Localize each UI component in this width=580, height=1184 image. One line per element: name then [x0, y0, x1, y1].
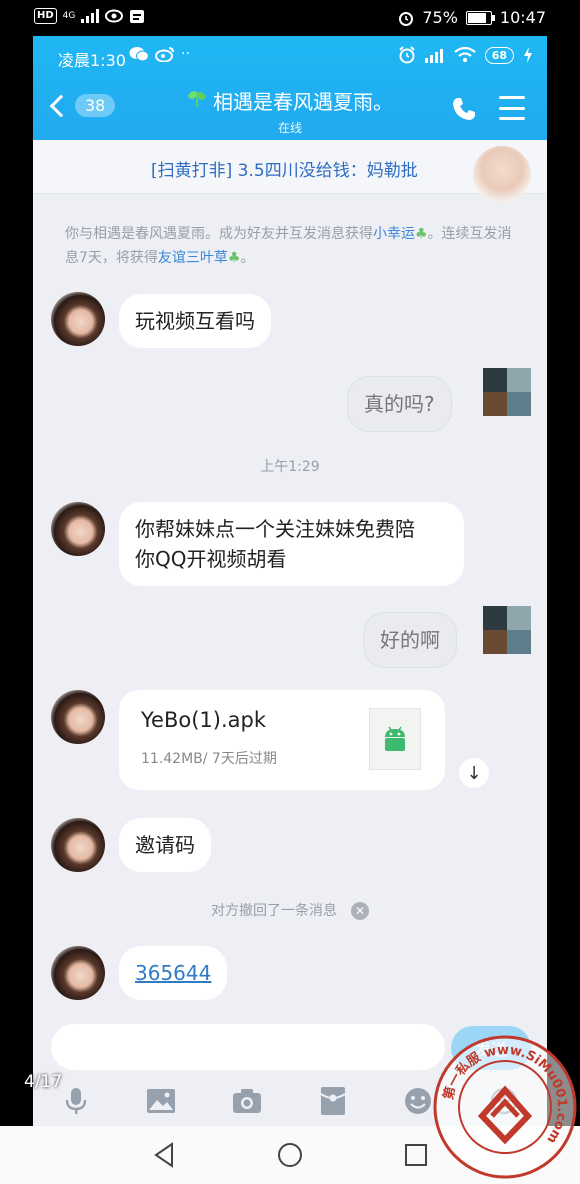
menu-button[interactable] — [499, 96, 525, 120]
app-status-bar: 凌晨1:30 ·· 68 — [33, 36, 547, 76]
avatar[interactable] — [51, 690, 105, 744]
pinned-banner[interactable]: [扫黄打非] 3.5四川没给钱：妈勒批 — [33, 140, 547, 204]
paste-icon — [130, 10, 145, 23]
message-bubble[interactable]: 365644 — [119, 946, 228, 1000]
message-text: 玩视频互看吗 — [135, 309, 255, 333]
image-icon — [147, 1089, 176, 1113]
contact-name: 相遇是春风遇夏雨。 — [213, 90, 393, 114]
avatar[interactable] — [51, 292, 105, 346]
message-bubble[interactable]: 好的啊 — [363, 612, 457, 668]
message-text: 邀请码 — [135, 833, 195, 857]
call-button[interactable] — [451, 96, 477, 122]
red-packet-button[interactable] — [316, 1084, 350, 1118]
charging-icon — [524, 47, 532, 63]
hd-icon: HD — [34, 8, 57, 24]
tip-text: 。 — [240, 250, 255, 266]
home-circle-icon — [278, 1143, 302, 1167]
wifi-icon — [454, 47, 476, 63]
lucky-link[interactable]: 小幸运 — [373, 226, 415, 242]
battery-icon: 68 — [484, 46, 514, 64]
clock-time: 10:47 — [499, 8, 546, 27]
banner-avatar — [473, 146, 531, 204]
message-bubble[interactable]: 玩视频互看吗 — [119, 294, 271, 348]
code-link[interactable]: 365644 — [135, 961, 211, 985]
page-counter: 4/17 — [24, 1072, 63, 1092]
tip-text: 你与相遇是春风遇夏雨。成为好友并互发消息获得 — [65, 226, 373, 242]
weibo-icon — [155, 47, 174, 62]
avatar[interactable] — [483, 368, 531, 416]
network-label: 4G — [62, 11, 76, 21]
image-button[interactable] — [144, 1084, 178, 1118]
emoji-button[interactable] — [401, 1084, 435, 1118]
lucky-sprout-icon — [187, 89, 207, 112]
camera-icon — [233, 1089, 262, 1113]
chat-title-area[interactable]: 相遇是春风遇夏雨。 在线 — [133, 86, 447, 136]
emoji-icon — [405, 1088, 432, 1114]
file-meta: 11.42MB/ 7天后过期 — [141, 751, 277, 767]
timestamp: 上午1:29 — [260, 459, 320, 475]
nav-back-button[interactable] — [149, 1140, 179, 1170]
chat-header: 凌晨1:30 ·· 68 38 相遇是春风遇夏雨。 在线 — [33, 36, 547, 140]
android-apk-icon — [369, 708, 421, 770]
friendship-tip: 你与相遇是春风遇夏雨。成为好友并互发消息获得小幸运♣。连续互发消息7天，将获得友… — [65, 222, 525, 270]
eye-icon — [105, 9, 124, 23]
message-input[interactable] — [51, 1024, 445, 1070]
watermark-seal: 第一私服 www.SiMu001.com — [433, 1035, 577, 1179]
clover-link[interactable]: 友谊三叶草 — [158, 250, 228, 266]
message-bubble[interactable]: 邀请码 — [119, 818, 211, 872]
signal-icon — [81, 9, 100, 23]
file-message[interactable]: YeBo(1).apk 11.42MB/ 7天后过期 — [119, 690, 445, 790]
wechat-icon — [129, 47, 149, 62]
online-status: 在线 — [277, 121, 302, 135]
device-status-bar: HD 4G 75% 10:47 — [0, 0, 580, 36]
banner-text: [扫黄打非] 3.5四川没给钱：妈勒批 — [151, 161, 418, 181]
camera-button[interactable] — [230, 1084, 264, 1118]
status-time: 凌晨1:30 — [58, 51, 126, 70]
chevron-left-icon — [49, 94, 73, 117]
recall-notice: 对方撤回了一条消息 ✕ — [33, 900, 547, 920]
menu-icon — [499, 96, 525, 99]
nav-recents-button[interactable] — [401, 1140, 431, 1170]
close-icon[interactable]: ✕ — [351, 902, 369, 920]
recall-text: 对方撤回了一条消息 — [211, 903, 337, 919]
phone-icon — [453, 98, 475, 120]
avatar[interactable] — [51, 502, 105, 556]
arrow-down-icon: ↓ — [466, 762, 482, 784]
alarm-icon — [399, 11, 414, 26]
recents-square-icon — [405, 1144, 427, 1166]
message-text: 你帮妹妹点一个关注妹妹免费陪 — [135, 517, 415, 541]
back-button[interactable]: 38 — [49, 94, 116, 117]
unread-count-badge: 38 — [75, 94, 116, 117]
message-text: 真的吗? — [364, 392, 435, 416]
download-button[interactable]: ↓ — [459, 758, 489, 788]
battery-percent: 75% — [422, 8, 458, 27]
more-dots-icon: ·· — [181, 46, 190, 62]
qq-chat-screen: 凌晨1:30 ·· 68 38 相遇是春风遇夏雨。 在线 [扫黄打非] 3.5四… — [33, 36, 547, 1126]
nav-home-button[interactable] — [275, 1140, 305, 1170]
sprout-icon: ♣ — [415, 226, 428, 242]
file-name: YeBo(1).apk — [141, 708, 266, 732]
alarm-icon — [398, 46, 415, 64]
message-bubble[interactable]: 真的吗? — [347, 376, 452, 432]
signal-icon — [424, 49, 443, 63]
avatar[interactable] — [51, 946, 105, 1000]
mic-icon — [65, 1088, 87, 1114]
battery-icon — [465, 10, 495, 25]
back-triangle-icon — [154, 1142, 173, 1168]
voice-button[interactable] — [59, 1084, 93, 1118]
avatar[interactable] — [483, 606, 531, 654]
message-bubble[interactable]: 你帮妹妹点一个关注妹妹免费陪 你QQ开视频胡看 — [119, 502, 464, 586]
red-packet-icon — [320, 1087, 346, 1115]
avatar[interactable] — [51, 818, 105, 872]
clover-icon: ♣ — [227, 250, 241, 266]
message-text: 好的啊 — [380, 628, 440, 652]
message-text: 你QQ开视频胡看 — [135, 547, 287, 571]
